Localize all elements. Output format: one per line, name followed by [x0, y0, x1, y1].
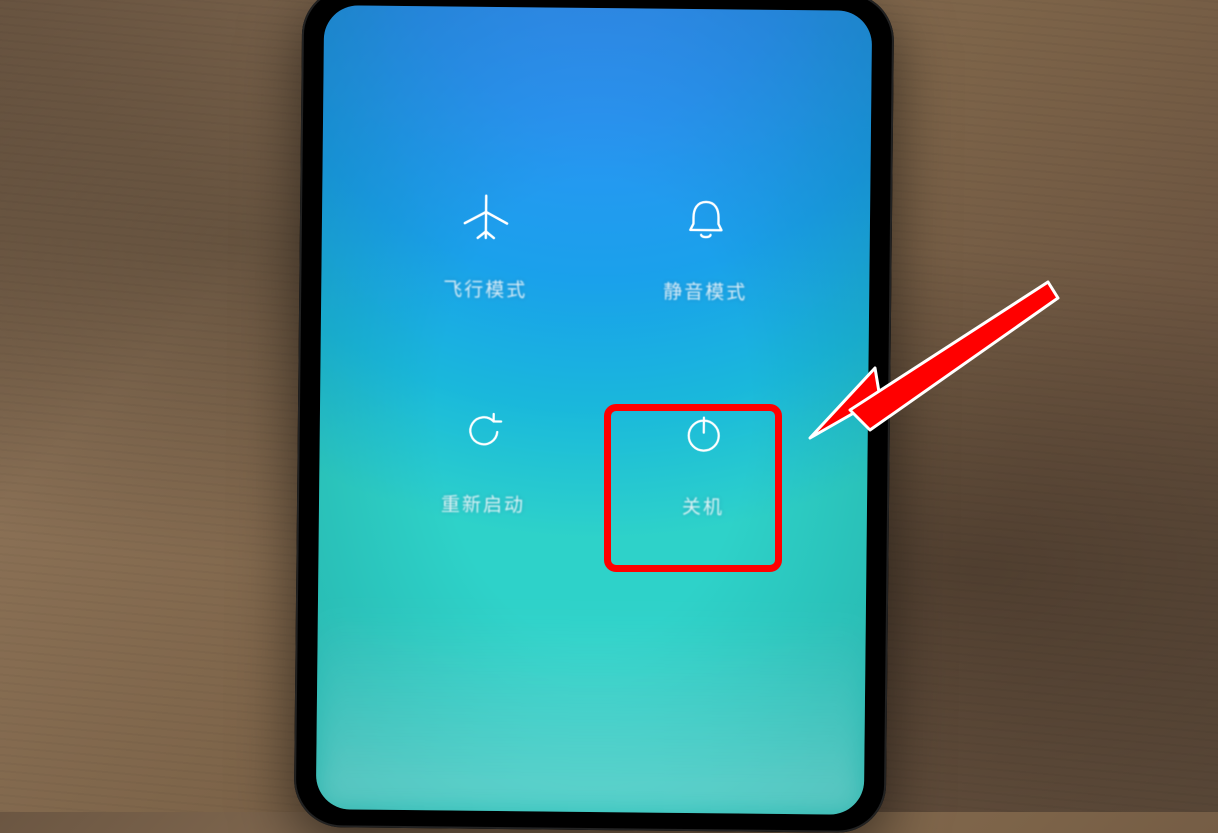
- silent-mode-button[interactable]: 静音模式: [605, 188, 806, 305]
- silent-mode-label: 静音模式: [663, 277, 747, 305]
- airplane-icon: [456, 187, 517, 248]
- power-off-button[interactable]: 关机: [603, 403, 804, 520]
- phone-frame: 飞行模式 静音模式 重新启动: [294, 0, 895, 833]
- restart-label: 重新启动: [441, 489, 525, 517]
- power-off-label: 关机: [682, 492, 724, 519]
- restart-icon: [453, 402, 514, 463]
- airplane-mode-label: 飞行模式: [443, 274, 527, 302]
- restart-button[interactable]: 重新启动: [383, 401, 584, 518]
- airplane-mode-button[interactable]: 飞行模式: [385, 186, 586, 303]
- bell-icon: [676, 189, 737, 250]
- power-menu-grid: 飞行模式 静音模式 重新启动: [383, 186, 806, 520]
- phone-screen: 飞行模式 静音模式 重新启动: [316, 5, 872, 815]
- power-icon: [673, 404, 734, 465]
